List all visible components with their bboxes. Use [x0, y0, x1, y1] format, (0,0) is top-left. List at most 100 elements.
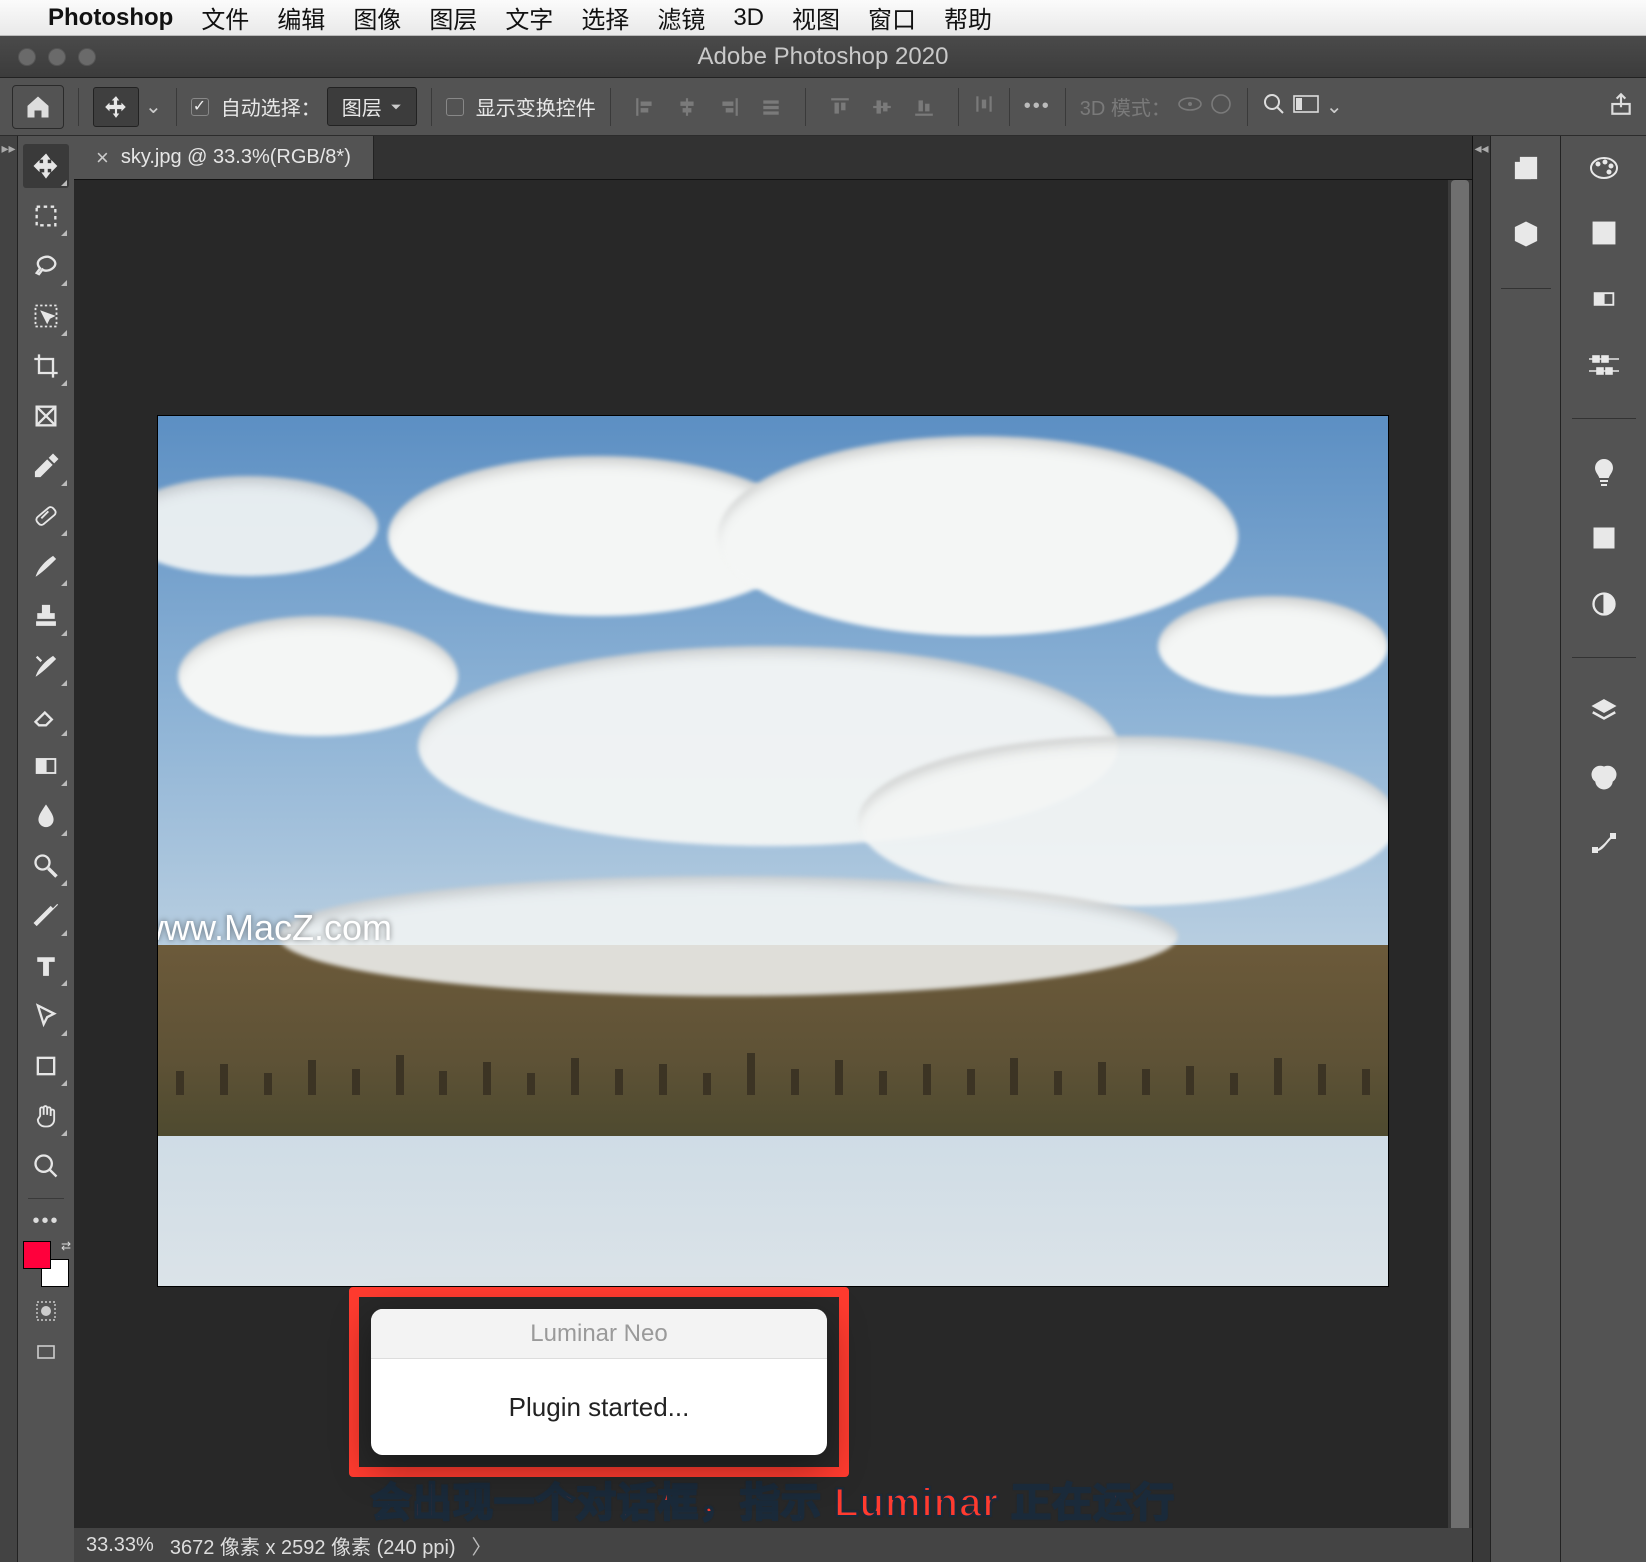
show-transform-checkbox[interactable]: [446, 98, 464, 116]
type-tool[interactable]: [23, 944, 69, 988]
orbit-3d-icon[interactable]: [1177, 93, 1203, 121]
menu-edit[interactable]: 编辑: [277, 0, 325, 35]
chevron-down-icon[interactable]: ⌄: [1326, 94, 1343, 119]
swap-colors-icon[interactable]: ⇄: [61, 1239, 71, 1253]
auto-select-checkbox[interactable]: [191, 98, 209, 116]
divider: [176, 88, 177, 126]
chevron-left-icon: ◂◂: [1474, 140, 1488, 1562]
chevron-right-icon: ▸▸: [1, 140, 15, 1562]
align-vcenter-icon[interactable]: [862, 90, 902, 124]
pen-tool[interactable]: [23, 894, 69, 938]
share-icon[interactable]: [1608, 91, 1634, 123]
luminar-dialog: Luminar Neo Plugin started...: [371, 1309, 827, 1455]
marquee-tool[interactable]: [23, 194, 69, 238]
menu-layer[interactable]: 图层: [429, 0, 477, 35]
frame-tool[interactable]: [23, 394, 69, 438]
gradients-panel-icon[interactable]: [1583, 278, 1625, 320]
search-icon[interactable]: [1262, 92, 1286, 122]
screen-mode-toggle[interactable]: [23, 1335, 69, 1371]
vertical-scrollbar[interactable]: [1448, 180, 1472, 1562]
history-panel-icon[interactable]: [1508, 150, 1544, 186]
divider: [958, 88, 959, 126]
brush-tool[interactable]: [23, 544, 69, 588]
pan-3d-icon[interactable]: [1209, 92, 1233, 122]
document-area: × sky.jpg @ 33.3%(RGB/8*): [74, 136, 1472, 1562]
layer-dropdown[interactable]: 图层: [327, 87, 417, 126]
swatches-panel-icon[interactable]: [1583, 212, 1625, 254]
dodge-tool[interactable]: [23, 844, 69, 888]
gradient-tool[interactable]: [23, 744, 69, 788]
watermark-text: www.MacZ.com: [158, 907, 392, 949]
status-zoom[interactable]: 33.33%: [86, 1534, 154, 1557]
home-button[interactable]: [12, 85, 64, 129]
history-brush-tool[interactable]: [23, 644, 69, 688]
distribute-icon[interactable]: [973, 93, 995, 121]
hand-tool[interactable]: [23, 1094, 69, 1138]
chevron-down-icon[interactable]: ⌄: [145, 94, 162, 119]
blur-tool[interactable]: [23, 794, 69, 838]
path-select-tool[interactable]: [23, 994, 69, 1038]
menu-filter[interactable]: 滤镜: [657, 0, 705, 35]
eraser-tool[interactable]: [23, 694, 69, 738]
libraries-panel-icon[interactable]: [1583, 517, 1625, 559]
menu-window[interactable]: 窗口: [868, 0, 916, 35]
color-panel-icon[interactable]: [1583, 146, 1625, 188]
close-tab-icon[interactable]: ×: [96, 145, 109, 171]
window-titlebar: Adobe Photoshop 2020: [0, 36, 1646, 78]
object-select-tool[interactable]: [23, 294, 69, 338]
move-tool-icon[interactable]: [93, 87, 139, 127]
menu-help[interactable]: 帮助: [944, 0, 992, 35]
menu-image[interactable]: 图像: [353, 0, 401, 35]
divider: [78, 88, 79, 126]
paths-panel-icon[interactable]: [1583, 822, 1625, 864]
menu-select[interactable]: 选择: [581, 0, 629, 35]
stamp-tool[interactable]: [23, 594, 69, 638]
eyedropper-tool[interactable]: [23, 444, 69, 488]
status-bar: 33.33% 3672 像素 x 2592 像素 (240 ppi) 〉: [74, 1528, 1472, 1562]
align-bottom-icon[interactable]: [904, 90, 944, 124]
divider: [431, 88, 432, 126]
patterns-panel-icon[interactable]: [1583, 344, 1625, 386]
heal-tool[interactable]: [23, 494, 69, 538]
align-top-icon[interactable]: [820, 90, 860, 124]
tools-panel: ••• ⇄: [18, 136, 74, 1562]
screen-mode-icon[interactable]: [1292, 93, 1320, 121]
right-panel-b: [1560, 136, 1646, 1562]
annotation-text: 会出现一个对话框，指示 Luminar 正在运行: [74, 1470, 1472, 1528]
menu-file[interactable]: 文件: [201, 0, 249, 35]
shape-tool[interactable]: [23, 1044, 69, 1088]
align-hcenter-icon[interactable]: [667, 90, 707, 124]
properties-panel-icon[interactable]: [1508, 216, 1544, 252]
status-dimensions[interactable]: 3672 像素 x 2592 像素 (240 ppi): [170, 1531, 456, 1560]
right-collapse-gutter[interactable]: ◂◂: [1472, 136, 1490, 1562]
align-justify-icon[interactable]: [751, 90, 791, 124]
crop-tool[interactable]: [23, 344, 69, 388]
more-options-button[interactable]: •••: [1024, 95, 1051, 118]
layers-panel-icon[interactable]: [1583, 690, 1625, 732]
document-tab[interactable]: × sky.jpg @ 33.3%(RGB/8*): [74, 136, 374, 179]
canvas-viewport[interactable]: Z www.MacZ.com Luminar Neo Plugin starte…: [74, 180, 1472, 1562]
canvas-image: Z www.MacZ.com: [158, 416, 1388, 1286]
menubar-appname[interactable]: Photoshop: [48, 4, 173, 32]
adjustments-panel-icon[interactable]: [1583, 583, 1625, 625]
menu-3d[interactable]: 3D: [733, 4, 764, 32]
window-title: Adobe Photoshop 2020: [0, 43, 1646, 71]
align-horizontal-group: [625, 90, 791, 124]
lasso-tool[interactable]: [23, 244, 69, 288]
align-left-icon[interactable]: [625, 90, 665, 124]
foreground-color[interactable]: [23, 1241, 51, 1269]
menu-type[interactable]: 文字: [505, 0, 553, 35]
menu-view[interactable]: 视图: [792, 0, 840, 35]
color-swatches[interactable]: ⇄: [23, 1241, 69, 1287]
quick-mask-toggle[interactable]: [23, 1293, 69, 1329]
edit-toolbar[interactable]: •••: [23, 1209, 69, 1233]
align-right-icon[interactable]: [709, 90, 749, 124]
move-tool[interactable]: [23, 144, 69, 188]
zoom-tool[interactable]: [23, 1144, 69, 1188]
learn-panel-icon[interactable]: [1583, 451, 1625, 493]
channels-panel-icon[interactable]: [1583, 756, 1625, 798]
status-more-icon[interactable]: 〉: [472, 1531, 492, 1560]
divider: [1247, 88, 1248, 126]
left-collapse-gutter[interactable]: ▸▸: [0, 136, 18, 1562]
document-tabs: × sky.jpg @ 33.3%(RGB/8*): [74, 136, 1472, 180]
